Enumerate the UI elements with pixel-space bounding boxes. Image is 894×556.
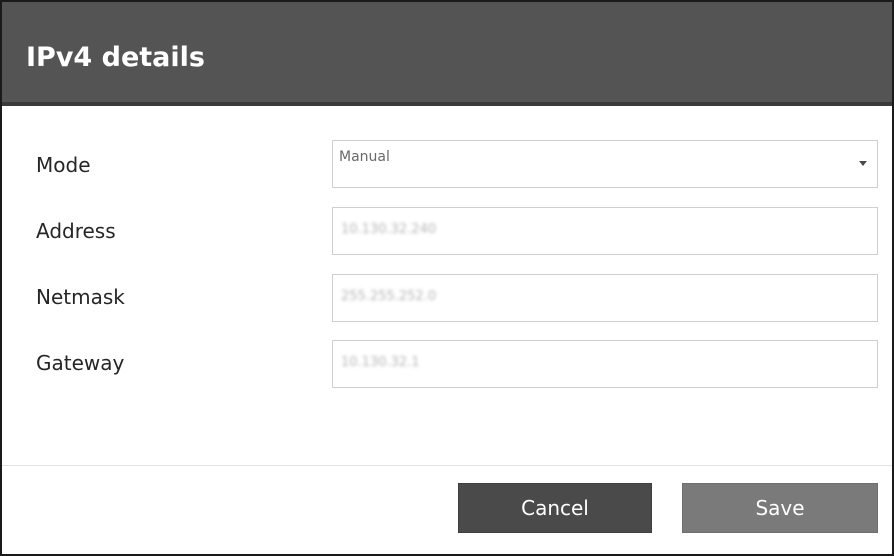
chevron-down-icon — [859, 161, 867, 166]
mode-label: Mode — [36, 153, 91, 177]
gateway-label: Gateway — [36, 351, 125, 375]
mode-select-value: Manual — [339, 149, 390, 165]
ipv4-details-dialog: IPv4 details Mode Manual Address 10.130.… — [0, 0, 894, 556]
gateway-input[interactable]: 10.130.32.1 — [332, 340, 878, 388]
netmask-input-value: 255.255.252.0 — [341, 289, 437, 304]
netmask-label: Netmask — [36, 285, 125, 309]
netmask-input[interactable]: 255.255.252.0 — [332, 274, 878, 322]
address-input[interactable]: 10.130.32.240 — [332, 207, 878, 255]
address-label: Address — [36, 219, 116, 243]
address-input-value: 10.130.32.240 — [341, 222, 437, 237]
cancel-button[interactable]: Cancel — [458, 483, 652, 533]
gateway-input-value: 10.130.32.1 — [341, 355, 420, 370]
dialog-title: IPv4 details — [26, 42, 205, 73]
save-button[interactable]: Save — [682, 483, 878, 533]
footer-divider — [2, 465, 892, 466]
dialog-header: IPv4 details — [2, 2, 892, 106]
mode-select[interactable]: Manual — [332, 140, 878, 188]
